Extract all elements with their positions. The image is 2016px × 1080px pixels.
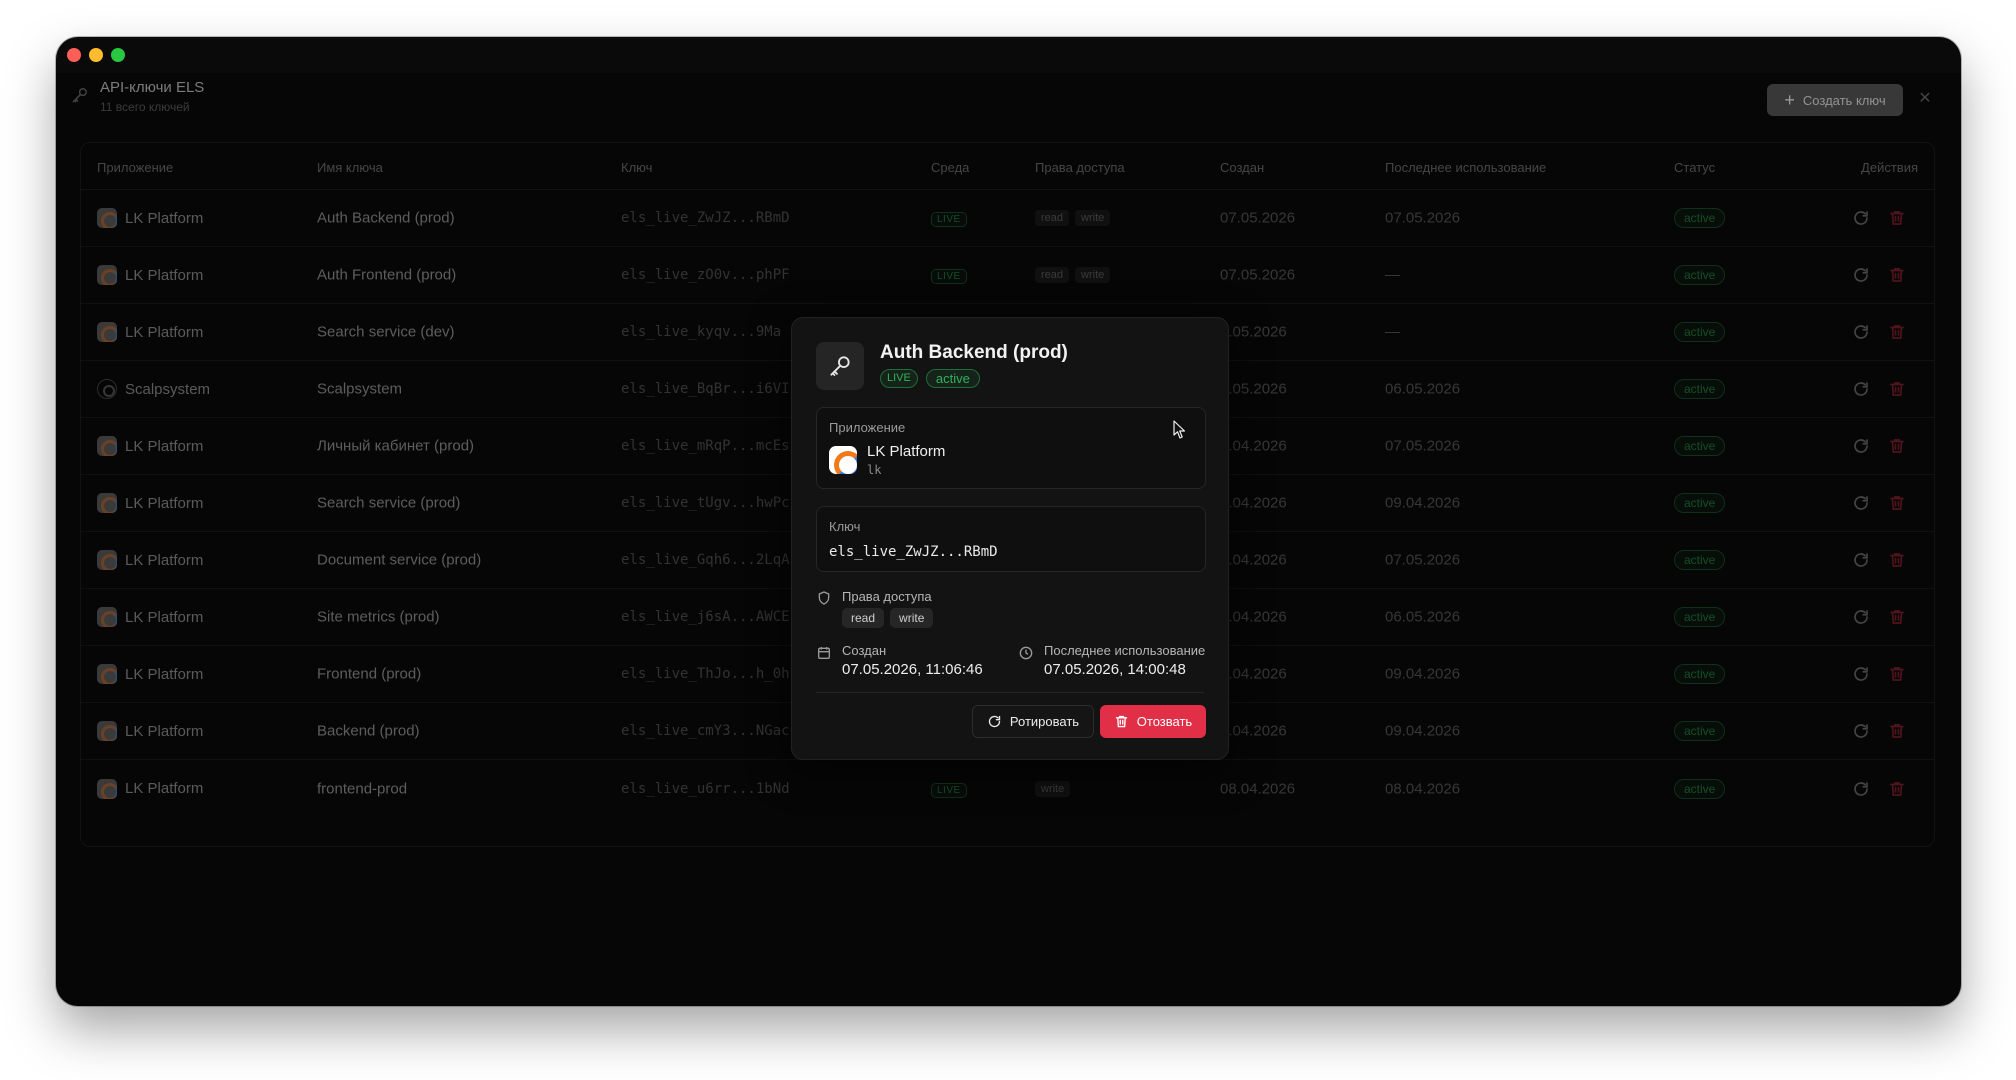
mouse-cursor-icon (1173, 420, 1186, 439)
permission-tag: write (890, 608, 934, 628)
key-details-modal: Auth Backend (prod) LIVE active Приложен… (791, 317, 1229, 760)
modal-badges: LIVE active (880, 369, 980, 388)
modal-title: Auth Backend (prod) (880, 342, 1068, 363)
app-name: LK Platform (867, 443, 946, 460)
app-window: API-ключи ELS 11 всего ключей + Создать … (56, 37, 1961, 1006)
key-value[interactable]: els_live_ZwJZ...RBmD (829, 544, 998, 560)
app-slug: lk (867, 463, 882, 477)
status-badge: active (925, 369, 980, 388)
modal-key-icon-box (816, 342, 864, 390)
dates-section: Создан 07.05.2026, 11:06:46 Последнее ис… (816, 643, 1206, 679)
env-badge: LIVE (880, 369, 918, 388)
created-value: 07.05.2026, 11:06:46 (842, 661, 983, 678)
permissions-tags: read write (842, 608, 934, 628)
last-used-value: 07.05.2026, 14:00:48 (1044, 661, 1186, 678)
permissions-section: Права доступа read write (816, 588, 1206, 632)
refresh-icon (988, 715, 1001, 728)
rotate-label: Ротировать (1009, 714, 1080, 729)
created-label: Создан (842, 643, 887, 658)
trash-icon (1115, 715, 1127, 728)
revoke-button[interactable]: Отозвать (1100, 705, 1206, 738)
last-used-label: Последнее использование (1044, 643, 1206, 658)
app-card: Приложение LK Platform lk (816, 407, 1206, 489)
titlebar (56, 37, 1961, 73)
modal-divider (816, 692, 1204, 693)
minimize-window-button[interactable] (89, 48, 103, 62)
calendar-icon (818, 647, 830, 659)
app-card-label: Приложение (829, 420, 906, 435)
close-window-button[interactable] (67, 48, 81, 62)
zoom-window-button[interactable] (111, 48, 125, 62)
revoke-label: Отозвать (1136, 714, 1193, 729)
clock-icon (1019, 646, 1033, 660)
key-card-label: Ключ (829, 519, 861, 534)
shield-icon (818, 591, 830, 605)
permissions-label: Права доступа (842, 589, 932, 604)
key-card: Ключ els_live_ZwJZ...RBmD (816, 506, 1206, 572)
lk-platform-logo-icon (829, 446, 857, 474)
rotate-button[interactable]: Ротировать (972, 705, 1094, 738)
permission-tag: read (842, 608, 885, 628)
key-icon (830, 356, 850, 376)
